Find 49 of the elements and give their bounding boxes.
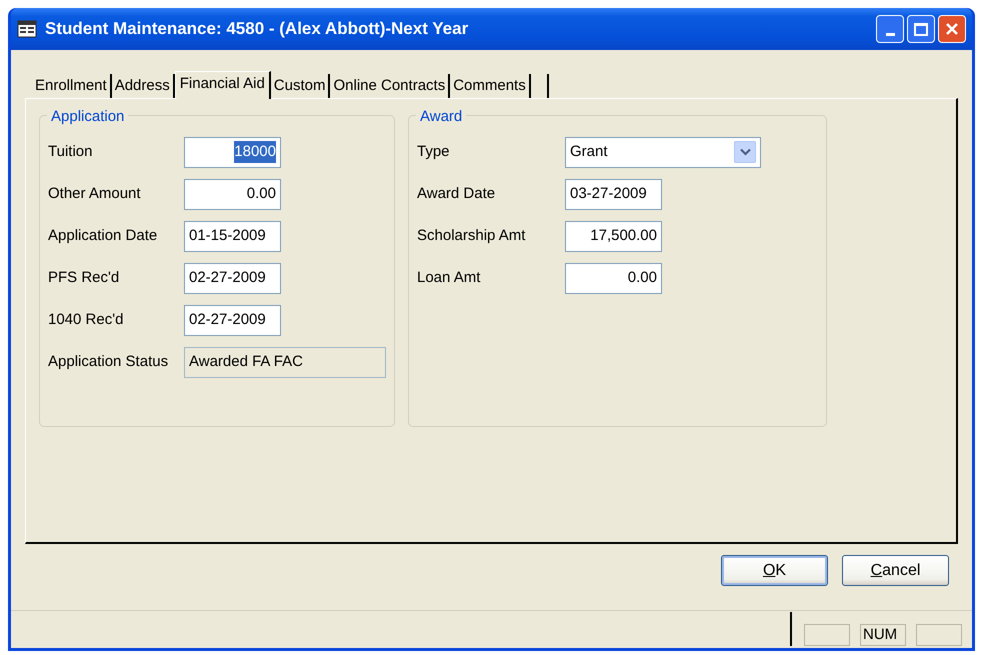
- input-field[interactable]: 03-27-2009: [565, 178, 662, 210]
- field-value: 0.00: [246, 184, 276, 204]
- input-field[interactable]: 01-15-2009: [184, 220, 281, 252]
- minimize-icon: [886, 33, 894, 36]
- field-label: 1040 Rec'd: [48, 310, 124, 330]
- window-title: Student Maintenance: 4580 - (Alex Abbott)-Next Year: [45, 18, 470, 40]
- num-lock-indicator: NUM: [860, 624, 906, 646]
- input-field[interactable]: 02-27-2009: [184, 304, 281, 336]
- field-label: Tuition: [48, 142, 94, 162]
- field-value: 17,500.00: [590, 226, 657, 246]
- input-field[interactable]: 17,500.00: [565, 220, 662, 252]
- status-pane: [916, 624, 962, 646]
- field-label: Application Status: [48, 352, 170, 372]
- input-field[interactable]: 02-27-2009: [184, 262, 281, 294]
- field-value: 01-15-2009: [189, 226, 266, 246]
- input-field[interactable]: 0.00: [184, 178, 281, 210]
- field-value: 03-27-2009: [570, 184, 647, 204]
- minimize-button[interactable]: [876, 15, 904, 43]
- field-value: Awarded FA FAC: [189, 352, 303, 372]
- field-label: Scholarship Amt: [417, 226, 526, 246]
- field-label: Loan Amt: [417, 268, 482, 288]
- close-icon: [945, 22, 959, 36]
- dropdown-value: Grant: [570, 142, 608, 162]
- tab[interactable]: Financial Aid: [174, 71, 271, 99]
- field-label: Award Date: [417, 184, 496, 204]
- tab[interactable]: Comments: [450, 74, 531, 98]
- type-dropdown[interactable]: Grant: [565, 136, 761, 168]
- ok-button[interactable]: OK: [721, 555, 828, 586]
- field-label: Type: [417, 142, 451, 162]
- input-field[interactable]: Awarded FA FAC: [184, 346, 386, 378]
- field-value: 0.00: [628, 268, 657, 288]
- field-value: 02-27-2009: [189, 268, 266, 288]
- field-label: PFS Rec'd: [48, 268, 120, 288]
- field-value: 02-27-2009: [189, 310, 266, 330]
- field-label: Application Date: [48, 226, 158, 246]
- field-label: Other Amount: [48, 184, 142, 204]
- tab[interactable]: Custom: [270, 74, 330, 98]
- maximize-icon: [914, 22, 928, 36]
- tab[interactable]: Online Contracts: [330, 74, 450, 98]
- window-icon: [17, 20, 37, 38]
- tab[interactable]: Enrollment: [32, 74, 112, 98]
- input-field[interactable]: 0.00: [565, 262, 662, 294]
- input-field[interactable]: 18000: [184, 136, 281, 168]
- close-button[interactable]: [938, 15, 966, 43]
- status-pane: [804, 624, 850, 646]
- maximize-button[interactable]: [907, 15, 935, 43]
- cancel-button[interactable]: Cancel: [842, 555, 949, 586]
- chevron-down-icon[interactable]: [734, 141, 756, 163]
- field-value: 18000: [234, 140, 276, 164]
